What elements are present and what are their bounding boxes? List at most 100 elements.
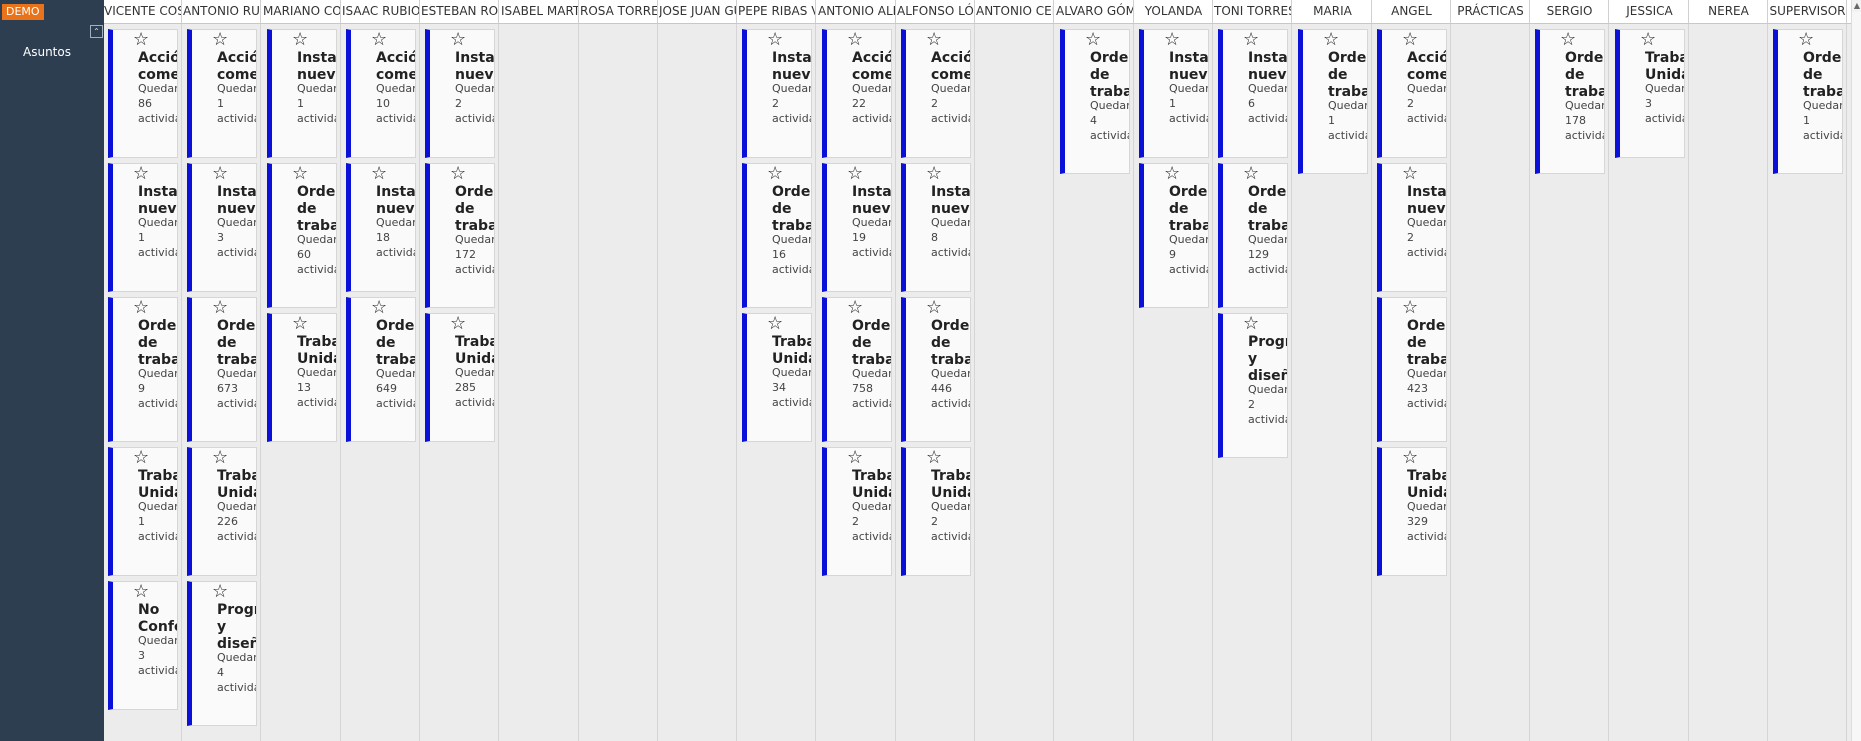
- activity-card[interactable]: ☆Orden de trabajQuedan 649 actividad: [346, 297, 416, 442]
- activity-card[interactable]: ☆Acción comerQuedan 2 actividad: [1377, 29, 1447, 158]
- activity-card[interactable]: ☆Orden de trabajQuedan 129 actividad: [1218, 163, 1288, 308]
- activity-card[interactable]: ☆Trabaj UnidadQuedan 2 actividad: [822, 447, 892, 576]
- star-icon[interactable]: ☆: [847, 31, 863, 49]
- star-icon[interactable]: ☆: [1085, 31, 1101, 49]
- star-icon[interactable]: ☆: [767, 31, 783, 49]
- activity-card[interactable]: ☆Orden de trabajQuedan 178 actividad: [1535, 29, 1605, 174]
- activity-card[interactable]: ☆Trabaj UnidadQuedan 226 actividad: [187, 447, 257, 576]
- activity-card[interactable]: ☆Instala nuevaQuedan 19 actividad: [822, 163, 892, 292]
- column-header[interactable]: MARIA: [1294, 0, 1372, 23]
- star-icon[interactable]: ☆: [450, 31, 466, 49]
- collapse-button[interactable]: ⌃: [90, 25, 103, 38]
- activity-card[interactable]: ☆Orden de trabajQuedan 172 actividad: [425, 163, 495, 308]
- column-header[interactable]: SERGIO: [1531, 0, 1609, 23]
- column-header[interactable]: VICENTE COS: [104, 0, 182, 23]
- star-icon[interactable]: ☆: [1243, 165, 1259, 183]
- activity-card[interactable]: ☆Instala nuevaQuedan 2 actividad: [425, 29, 495, 158]
- star-icon[interactable]: ☆: [292, 165, 308, 183]
- activity-card[interactable]: ☆Instala nuevaQuedan 1 actividad: [108, 163, 178, 292]
- star-icon[interactable]: ☆: [1164, 165, 1180, 183]
- star-icon[interactable]: ☆: [1560, 31, 1576, 49]
- star-icon[interactable]: ☆: [1402, 165, 1418, 183]
- column-header[interactable]: ANTONIO ALF: [818, 0, 896, 23]
- column-header[interactable]: ESTEBAN ROI: [421, 0, 499, 23]
- activity-card[interactable]: ☆Trabaj UnidadQuedan 1 actividad: [108, 447, 178, 576]
- activity-card[interactable]: ☆Acción comerQuedan 10 actividad: [346, 29, 416, 158]
- star-icon[interactable]: ☆: [926, 165, 942, 183]
- activity-card[interactable]: ☆Orden de trabajQuedan 1 actividad: [1298, 29, 1368, 174]
- activity-card[interactable]: ☆Orden de trabajQuedan 673 actividad: [187, 297, 257, 442]
- star-icon[interactable]: ☆: [133, 299, 149, 317]
- star-icon[interactable]: ☆: [133, 165, 149, 183]
- scroll-up-arrow[interactable]: ▲: [1851, 0, 1861, 12]
- activity-card[interactable]: ☆Orden de trabajQuedan 758 actividad: [822, 297, 892, 442]
- star-icon[interactable]: ☆: [1164, 31, 1180, 49]
- star-icon[interactable]: ☆: [133, 449, 149, 467]
- activity-card[interactable]: ☆Orden de trabajQuedan 446 actividad: [901, 297, 971, 442]
- star-icon[interactable]: ☆: [1798, 31, 1814, 49]
- activity-card[interactable]: ☆Acción comerQuedan 1 actividad: [187, 29, 257, 158]
- activity-card[interactable]: ☆Trabaj UnidadQuedan 13 actividad: [267, 313, 337, 442]
- column-header[interactable]: ANTONIO CER: [976, 0, 1054, 23]
- activity-card[interactable]: ☆Instala nuevaQuedan 2 actividad: [742, 29, 812, 158]
- activity-card[interactable]: ☆No ConfoQuedan 3 actividad: [108, 581, 178, 710]
- activity-card[interactable]: ☆Instala nuevaQuedan 1 actividad: [1139, 29, 1209, 158]
- column-header[interactable]: ANTONIO RUB: [183, 0, 261, 23]
- activity-card[interactable]: ☆Progra y diseñoQuedan 4 actividad: [187, 581, 257, 726]
- column-header[interactable]: ANGEL: [1373, 0, 1451, 23]
- star-icon[interactable]: ☆: [212, 449, 228, 467]
- activity-card[interactable]: ☆Trabaj UnidadQuedan 3 actividad: [1615, 29, 1685, 158]
- column-header[interactable]: ISABEL MART: [501, 0, 579, 23]
- column-header[interactable]: MARIANO COS: [263, 0, 341, 23]
- column-header[interactable]: TONI TORRES: [1214, 0, 1292, 23]
- column-header[interactable]: ROSA TORRES: [580, 0, 658, 23]
- star-icon[interactable]: ☆: [847, 165, 863, 183]
- column-header[interactable]: NEREA: [1690, 0, 1768, 23]
- star-icon[interactable]: ☆: [926, 299, 942, 317]
- star-icon[interactable]: ☆: [1640, 31, 1656, 49]
- column-header[interactable]: JOSE JUAN GU: [659, 0, 737, 23]
- activity-card[interactable]: ☆Instala nuevaQuedan 8 actividad: [901, 163, 971, 292]
- activity-card[interactable]: ☆Progra y diseñoQuedan 2 actividad: [1218, 313, 1288, 458]
- star-icon[interactable]: ☆: [212, 583, 228, 601]
- activity-card[interactable]: ☆Orden de trabajQuedan 423 actividad: [1377, 297, 1447, 442]
- activity-card[interactable]: ☆Instala nuevaQuedan 1 actividad: [267, 29, 337, 158]
- star-icon[interactable]: ☆: [371, 299, 387, 317]
- star-icon[interactable]: ☆: [1402, 31, 1418, 49]
- activity-card[interactable]: ☆Instala nuevaQuedan 18 actividad: [346, 163, 416, 292]
- sidebar-item-asuntos[interactable]: Asuntos: [23, 45, 71, 59]
- column-header[interactable]: JESSICA: [1611, 0, 1689, 23]
- column-header[interactable]: ISAAC RUBIO: [342, 0, 420, 23]
- activity-card[interactable]: ☆Orden de trabajQuedan 60 actividad: [267, 163, 337, 308]
- star-icon[interactable]: ☆: [371, 165, 387, 183]
- star-icon[interactable]: ☆: [1323, 31, 1339, 49]
- star-icon[interactable]: ☆: [450, 315, 466, 333]
- activity-card[interactable]: ☆Trabaj UnidadQuedan 34 actividad: [742, 313, 812, 442]
- activity-card[interactable]: ☆Instala nuevaQuedan 2 actividad: [1377, 163, 1447, 292]
- star-icon[interactable]: ☆: [212, 165, 228, 183]
- star-icon[interactable]: ☆: [1243, 315, 1259, 333]
- activity-card[interactable]: ☆Instala nuevaQuedan 6 actividad: [1218, 29, 1288, 158]
- star-icon[interactable]: ☆: [450, 165, 466, 183]
- star-icon[interactable]: ☆: [847, 449, 863, 467]
- activity-card[interactable]: ☆Instala nuevaQuedan 3 actividad: [187, 163, 257, 292]
- star-icon[interactable]: ☆: [847, 299, 863, 317]
- star-icon[interactable]: ☆: [212, 299, 228, 317]
- activity-card[interactable]: ☆Orden de trabajQuedan 9 actividad: [1139, 163, 1209, 308]
- star-icon[interactable]: ☆: [292, 315, 308, 333]
- activity-card[interactable]: ☆Acción comerQuedan 22 actividad: [822, 29, 892, 158]
- activity-card[interactable]: ☆Trabaj UnidadQuedan 285 actividad: [425, 313, 495, 442]
- star-icon[interactable]: ☆: [133, 583, 149, 601]
- column-header[interactable]: YOLANDA: [1135, 0, 1213, 23]
- activity-card[interactable]: ☆Orden de trabajQuedan 1 actividad: [1773, 29, 1843, 174]
- star-icon[interactable]: ☆: [1243, 31, 1259, 49]
- star-icon[interactable]: ☆: [926, 31, 942, 49]
- activity-card[interactable]: ☆Trabaj UnidadQuedan 2 actividad: [901, 447, 971, 576]
- star-icon[interactable]: ☆: [767, 165, 783, 183]
- activity-card[interactable]: ☆Acción comerQuedan 86 actividad: [108, 29, 178, 158]
- column-header[interactable]: SUPERVISOR: [1769, 0, 1847, 23]
- star-icon[interactable]: ☆: [1402, 299, 1418, 317]
- activity-card[interactable]: ☆Acción comerQuedan 2 actividad: [901, 29, 971, 158]
- activity-card[interactable]: ☆Orden de trabajQuedan 16 actividad: [742, 163, 812, 308]
- column-header[interactable]: PRÁCTICAS: [1452, 0, 1530, 23]
